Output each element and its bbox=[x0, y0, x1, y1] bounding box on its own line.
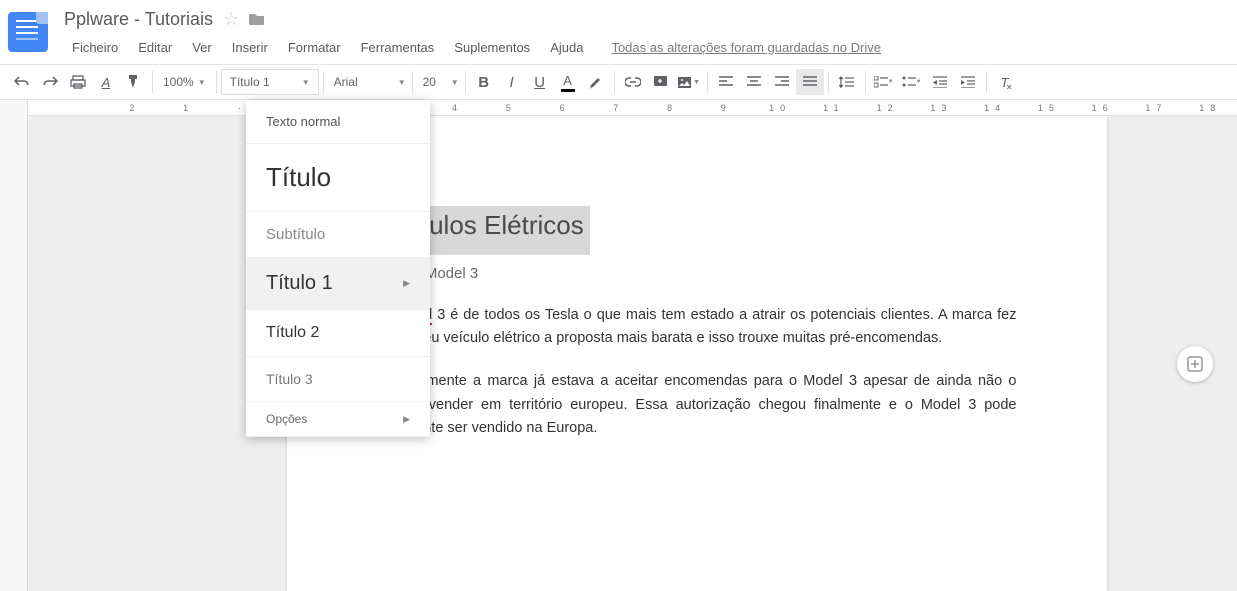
document-title[interactable]: Pplware - Tutoriais bbox=[64, 9, 213, 30]
zoom-dropdown[interactable]: 100%▼ bbox=[157, 69, 212, 95]
title-area: Pplware - Tutoriais ☆ Ficheiro Editar Ve… bbox=[64, 8, 1225, 59]
decrease-indent-button[interactable] bbox=[926, 69, 954, 95]
align-justify-button[interactable] bbox=[796, 69, 824, 95]
font-size-dropdown[interactable]: 20▼ bbox=[417, 69, 461, 95]
style-option-h2[interactable]: Título 2 bbox=[246, 310, 430, 357]
separator bbox=[465, 71, 466, 93]
paragraph-style-dropdown[interactable]: Título 1▼ bbox=[221, 69, 319, 95]
menu-inserir[interactable]: Inserir bbox=[224, 36, 276, 59]
vertical-ruler[interactable] bbox=[0, 100, 28, 591]
separator bbox=[865, 71, 866, 93]
align-center-button[interactable] bbox=[740, 69, 768, 95]
insert-link-button[interactable] bbox=[619, 69, 647, 95]
bold-button[interactable]: B bbox=[470, 69, 498, 95]
underline-button[interactable]: U bbox=[526, 69, 554, 95]
spellcheck-button[interactable]: A bbox=[92, 69, 120, 95]
menu-ferramentas[interactable]: Ferramentas bbox=[353, 36, 443, 59]
menu-ver[interactable]: Ver bbox=[184, 36, 220, 59]
menubar: Ficheiro Editar Ver Inserir Formatar Fer… bbox=[64, 36, 1225, 59]
menu-ficheiro[interactable]: Ficheiro bbox=[64, 36, 126, 59]
redo-button[interactable] bbox=[36, 69, 64, 95]
arrow-right-icon: ▶ bbox=[403, 414, 410, 425]
separator bbox=[152, 71, 153, 93]
style-dropdown-panel: Texto normal Título Subtítulo Título 1▶ … bbox=[246, 100, 430, 437]
paint-format-button[interactable] bbox=[120, 69, 148, 95]
toolbar: A 100%▼ Título 1▼ Arial▼ 20▼ B I U A ▼ ▼… bbox=[0, 64, 1237, 100]
checklist-button[interactable]: ▼ bbox=[870, 69, 898, 95]
insert-comment-button[interactable] bbox=[647, 69, 675, 95]
highlight-button[interactable] bbox=[582, 69, 610, 95]
separator bbox=[323, 71, 324, 93]
separator bbox=[216, 71, 217, 93]
style-option-subtitle[interactable]: Subtítulo bbox=[246, 212, 430, 258]
menu-suplementos[interactable]: Suplementos bbox=[446, 36, 538, 59]
separator bbox=[614, 71, 615, 93]
separator bbox=[412, 71, 413, 93]
horizontal-ruler[interactable]: 21·123456789101112131415161718 bbox=[28, 100, 1237, 116]
explore-button[interactable] bbox=[1177, 346, 1213, 382]
save-status[interactable]: Todas as alterações foram guardadas no D… bbox=[603, 36, 889, 59]
separator bbox=[986, 71, 987, 93]
document-paragraph-2[interactable]: Curiosamente a marca já estava a aceitar… bbox=[377, 370, 1017, 440]
style-option-h3[interactable]: Título 3 bbox=[246, 357, 430, 402]
document-area: 21·123456789101112131415161718 Veículos … bbox=[28, 100, 1237, 591]
menu-editar[interactable]: Editar bbox=[130, 36, 180, 59]
text-color-button[interactable]: A bbox=[554, 69, 582, 95]
style-option-normal[interactable]: Texto normal bbox=[246, 100, 430, 144]
line-spacing-button[interactable] bbox=[833, 69, 861, 95]
document-paragraph-1[interactable]: O Model 3 é de todos os Tesla o que mais… bbox=[377, 304, 1017, 350]
folder-icon[interactable] bbox=[249, 12, 265, 26]
font-dropdown[interactable]: Arial▼ bbox=[328, 69, 408, 95]
arrow-right-icon: ▶ bbox=[403, 278, 410, 289]
header: Pplware - Tutoriais ☆ Ficheiro Editar Ve… bbox=[0, 0, 1237, 64]
undo-button[interactable] bbox=[8, 69, 36, 95]
workspace: 21·123456789101112131415161718 Veículos … bbox=[0, 100, 1237, 591]
style-option-h1[interactable]: Título 1▶ bbox=[246, 258, 430, 310]
bulleted-list-button[interactable]: ▼ bbox=[898, 69, 926, 95]
separator bbox=[828, 71, 829, 93]
docs-logo-icon[interactable] bbox=[8, 12, 48, 52]
separator bbox=[707, 71, 708, 93]
document-subheading[interactable]: Tesla - Model 3 bbox=[377, 265, 1017, 282]
align-right-button[interactable] bbox=[768, 69, 796, 95]
clear-formatting-button[interactable]: T✕ bbox=[991, 69, 1019, 95]
insert-image-button[interactable]: ▼ bbox=[675, 69, 703, 95]
align-left-button[interactable] bbox=[712, 69, 740, 95]
menu-ajuda[interactable]: Ajuda bbox=[542, 36, 591, 59]
increase-indent-button[interactable] bbox=[954, 69, 982, 95]
style-option-options[interactable]: Opções▶ bbox=[246, 402, 430, 437]
star-icon[interactable]: ☆ bbox=[223, 9, 239, 30]
style-option-title[interactable]: Título bbox=[246, 144, 430, 212]
menu-formatar[interactable]: Formatar bbox=[280, 36, 349, 59]
italic-button[interactable]: I bbox=[498, 69, 526, 95]
print-button[interactable] bbox=[64, 69, 92, 95]
